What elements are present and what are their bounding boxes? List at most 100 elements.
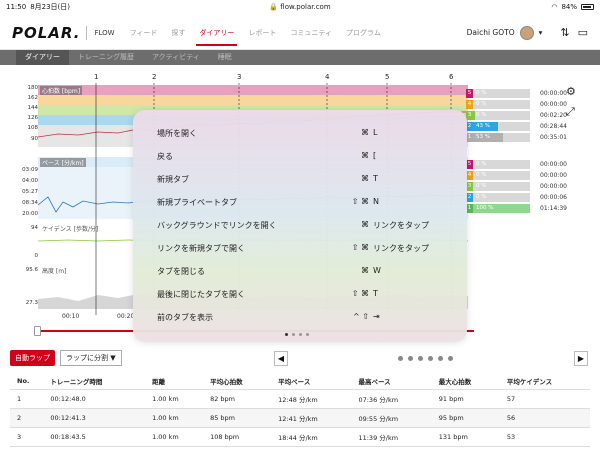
zone-time: 00:00:06 xyxy=(540,194,567,201)
nav-diary[interactable]: ダイアリー xyxy=(192,16,241,50)
auto-lap-button[interactable]: 自動ラップ xyxy=(10,350,55,366)
shortcut-modifiers: ⇧ ⌘ xyxy=(351,197,369,206)
caret-down-icon: ▼ xyxy=(110,354,116,362)
popup-page-dot[interactable] xyxy=(306,333,309,336)
shortcut-label: 戻る xyxy=(157,152,173,161)
hr-zone-row: 4 0 % 00:00:00 xyxy=(466,100,596,109)
table-row[interactable]: 2 00:12:41.3 1.00 km 85 bpm 12:41 分/km 0… xyxy=(10,408,590,428)
lap-table: No. トレーニング時間 距離 平均心拍数 平均ペース 最高ペース 最大心拍数 … xyxy=(10,373,590,447)
shortcut-label: リンクを新規タブで開く xyxy=(157,244,245,253)
shortcut-modifiers: ⌘ xyxy=(361,266,369,275)
zone-time: 00:02:20 xyxy=(540,112,567,119)
zone-percent: 0 % xyxy=(476,172,487,178)
cell: 00:18:43.5 xyxy=(43,427,146,447)
hr-zone-row: 3 0 % 00:02:20 xyxy=(466,111,596,120)
scrubber-handle[interactable] xyxy=(34,326,41,336)
shortcut-label: 前のタブを表示 xyxy=(157,313,213,322)
tab-activity[interactable]: アクティビティ xyxy=(143,50,209,65)
shortcut-label: 最後に閉じたタブを開く xyxy=(157,290,245,299)
col-training-time[interactable]: トレーニング時間 xyxy=(43,373,146,390)
shortcut-row: バックグラウンドでリンクを開く ⌘ リンクをタップ xyxy=(157,220,447,234)
col-distance[interactable]: 距離 xyxy=(145,373,204,390)
zone-number: 1 xyxy=(466,133,473,142)
page-dot[interactable] xyxy=(408,356,413,361)
lap-marker: 2 xyxy=(152,73,157,81)
chevron-down-icon: ▾ xyxy=(538,28,543,37)
shortcut-label: 新規タブ xyxy=(157,175,189,184)
zone-bar: 53 % xyxy=(473,133,530,142)
tab-sleep[interactable]: 睡眠 xyxy=(209,50,241,65)
shortcut-modifiers: ⇧ ⌘ xyxy=(351,243,369,252)
polar-logo[interactable]: POLAR. xyxy=(12,24,80,42)
page-dot[interactable] xyxy=(438,356,443,361)
shortcut-row: 新規プライベートタブ ⇧ ⌘ N xyxy=(157,197,447,211)
shortcut-modifiers: ⌘ xyxy=(361,220,369,229)
user-menu[interactable]: Daichi GOTO ▾ xyxy=(466,25,543,40)
cell: 131 bpm xyxy=(431,427,500,447)
diary-subnav: ダイアリー トレーニング履歴 アクティビティ 睡眠 xyxy=(0,50,600,65)
zone-time: 00:00:00 xyxy=(540,172,567,179)
prev-arrow-icon[interactable]: ◀ xyxy=(274,351,288,366)
pace-zone-row: 4 0 % 00:00:00 xyxy=(466,171,596,180)
zone-number: 5 xyxy=(466,89,473,98)
zone-number: 5 xyxy=(466,160,473,169)
cell: 3 xyxy=(10,427,44,447)
shortcut-row: 戻る ⌘ [ xyxy=(157,151,447,165)
lap-marker: 6 xyxy=(449,73,454,81)
nav-feed[interactable]: フィード xyxy=(123,16,165,50)
col-max-pace[interactable]: 最高ペース xyxy=(351,373,432,390)
zone-percent: 0 % xyxy=(476,194,487,200)
cell: 12:48 分/km xyxy=(271,389,352,409)
pace-zone-row: 2 0 % 00:00:06 xyxy=(466,193,596,202)
shortcut-label: タブを閉じる xyxy=(157,267,205,276)
lap-marker: 3 xyxy=(237,73,242,81)
nav-program[interactable]: プログラム xyxy=(339,16,388,50)
zone-percent: 0 % xyxy=(476,183,487,189)
nav-report[interactable]: レポート xyxy=(241,16,283,50)
user-name: Daichi GOTO xyxy=(466,28,515,37)
page-dot[interactable] xyxy=(418,356,423,361)
cell: 82 bpm xyxy=(203,389,272,409)
col-avg-cadence[interactable]: 平均ケイデンス xyxy=(499,373,590,390)
split-lap-dropdown[interactable]: ラップに分割 ▼ xyxy=(60,350,122,366)
zone-percent: 53 % xyxy=(476,134,490,140)
cell: 1 xyxy=(10,389,44,409)
page-dot[interactable] xyxy=(398,356,403,361)
zone-time: 01:14:39 xyxy=(540,205,567,212)
next-arrow-icon[interactable]: ▶ xyxy=(574,351,588,366)
col-max-hr[interactable]: 最大心拍数 xyxy=(431,373,500,390)
keyboard-shortcuts-popup: 場所を開く ⌘ L 戻る ⌘ [ 新規タブ ⌘ T 新規プライベートタブ ⇧ ⌘… xyxy=(133,110,467,342)
shortcut-row: 場所を開く ⌘ L xyxy=(157,128,447,142)
zone-number: 4 xyxy=(466,100,473,109)
popup-page-dot[interactable] xyxy=(299,333,302,336)
sync-icon[interactable]: ⇅ xyxy=(560,26,569,39)
table-row[interactable]: 1 00:12:48.0 1.00 km 82 bpm 12:48 分/km 0… xyxy=(10,389,590,409)
hr-zone-row: 1 53 % 00:35:01 xyxy=(466,133,596,142)
tab-training-history[interactable]: トレーニング履歴 xyxy=(69,50,143,65)
cell: 07:36 分/km xyxy=(351,389,432,409)
zone-bar: 0 % xyxy=(473,171,530,180)
shortcut-modifiers: ⌘ xyxy=(361,151,369,160)
flow-brand: FLOW xyxy=(94,28,115,37)
url-display[interactable]: 🔒 flow.polar.com xyxy=(0,3,600,11)
shortcut-key: W xyxy=(373,266,381,275)
table-row[interactable]: 3 00:18:43.5 1.00 km 108 bpm 18:44 分/km … xyxy=(10,427,590,447)
page-dot[interactable] xyxy=(448,356,453,361)
popup-page-dot[interactable] xyxy=(292,333,295,336)
nav-explore[interactable]: 探す xyxy=(164,16,192,50)
nav-community[interactable]: コミュニティ xyxy=(283,16,339,50)
col-no[interactable]: No. xyxy=(10,373,44,390)
popup-page-dot[interactable] xyxy=(285,333,288,336)
message-icon[interactable]: ▭ xyxy=(578,26,588,39)
lap-marker: 1 xyxy=(94,73,99,81)
shortcut-key: リンクをタップ xyxy=(373,244,429,253)
col-avg-pace[interactable]: 平均ペース xyxy=(271,373,352,390)
col-avg-hr[interactable]: 平均心拍数 xyxy=(203,373,272,390)
page-dot[interactable] xyxy=(428,356,433,361)
cell: 57 xyxy=(499,389,590,409)
tab-diary[interactable]: ダイアリー xyxy=(16,50,69,65)
cell: 00:12:48.0 xyxy=(43,389,146,409)
zone-bar: 0 % xyxy=(473,111,530,120)
shortcut-modifiers: ^ ⇧ xyxy=(353,312,369,321)
shortcut-key: リンクをタップ xyxy=(373,221,429,230)
